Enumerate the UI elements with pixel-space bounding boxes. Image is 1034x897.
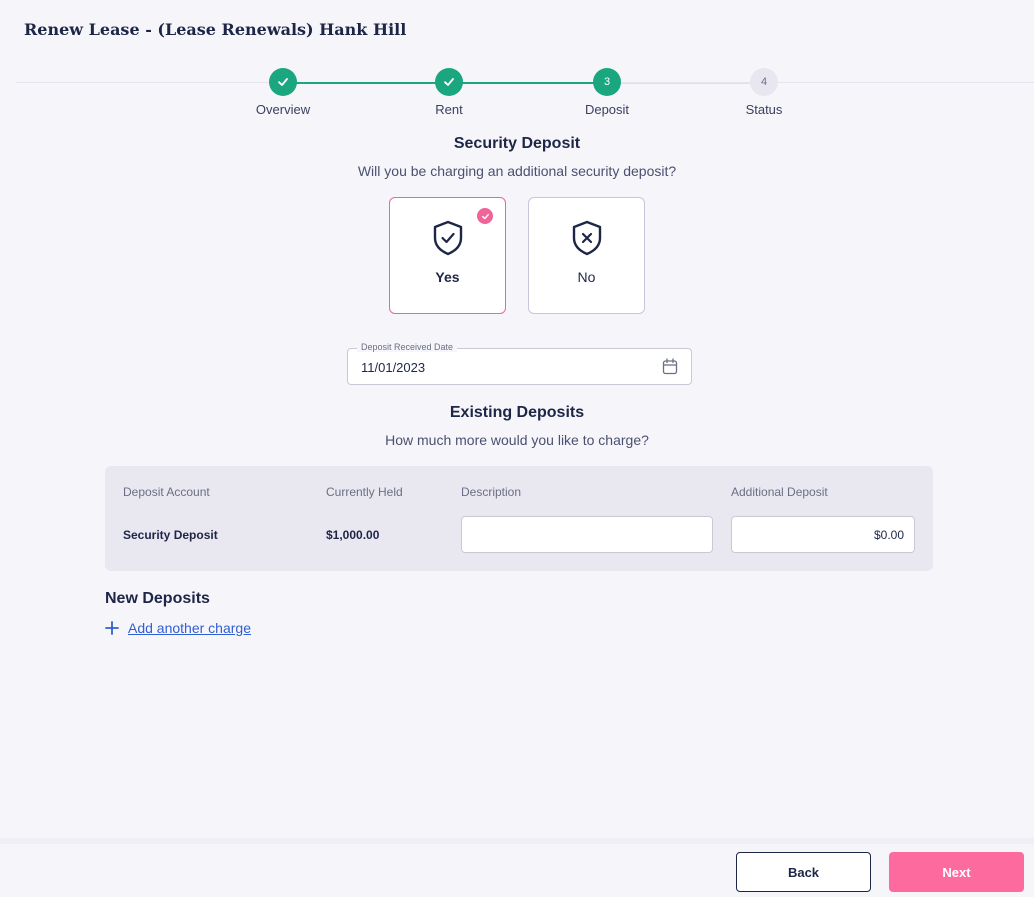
step-number: 4 — [750, 68, 778, 96]
step-rent[interactable]: Rent — [389, 68, 509, 117]
shield-x-icon — [572, 220, 602, 256]
security-deposit-question: Will you be charging an additional secur… — [357, 163, 677, 179]
new-deposits-title: New Deposits — [105, 590, 210, 607]
footer-divider — [0, 838, 1034, 844]
step-status[interactable]: 4 Status — [704, 68, 824, 117]
back-button[interactable]: Back — [736, 852, 871, 892]
step-label: Deposit — [584, 102, 630, 117]
next-button[interactable]: Next — [889, 852, 1024, 892]
no-option-card[interactable]: No — [528, 197, 645, 314]
progress-stepper: Overview Rent 3 Deposit 4 Status — [0, 68, 1034, 118]
existing-deposits-question: How much more would you like to charge? — [385, 432, 649, 448]
date-field-value[interactable]: 11/01/2023 — [361, 360, 425, 375]
check-icon — [435, 68, 463, 96]
step-number: 3 — [593, 68, 621, 96]
step-deposit[interactable]: 3 Deposit — [547, 68, 667, 117]
additional-deposit-input[interactable]: $0.00 — [731, 516, 915, 553]
deposit-received-date-field[interactable]: Deposit Received Date 11/01/2023 — [347, 342, 692, 385]
selected-check-icon — [477, 208, 493, 224]
security-deposit-title: Security Deposit — [453, 135, 581, 152]
yes-option-card[interactable]: Yes — [389, 197, 506, 314]
description-input[interactable] — [461, 516, 713, 553]
check-icon — [269, 68, 297, 96]
no-option-label: No — [577, 269, 596, 285]
step-label: Rent — [435, 102, 463, 117]
add-another-charge-link[interactable]: Add another charge — [105, 620, 251, 636]
column-header: Additional Deposit — [731, 485, 828, 499]
step-overview[interactable]: Overview — [223, 68, 343, 117]
add-charge-label[interactable]: Add another charge — [128, 620, 251, 636]
deposit-account-cell: Security Deposit — [123, 528, 218, 542]
currently-held-cell: $1,000.00 — [326, 528, 380, 542]
calendar-icon[interactable] — [662, 358, 678, 375]
column-header: Description — [461, 485, 522, 499]
existing-deposits-title: Existing Deposits — [449, 404, 585, 421]
shield-check-icon — [433, 220, 463, 256]
date-field-label: Deposit Received Date — [357, 342, 458, 352]
page-title: Renew Lease - (Lease Renewals) Hank Hill — [24, 20, 407, 39]
step-label: Status — [745, 102, 783, 117]
existing-deposits-table: Deposit Account Currently Held Descripti… — [105, 466, 933, 571]
step-label: Overview — [255, 102, 311, 117]
yes-option-label: Yes — [435, 269, 460, 285]
column-header: Currently Held — [326, 485, 403, 499]
plus-icon — [105, 621, 119, 635]
column-header: Deposit Account — [123, 485, 210, 499]
